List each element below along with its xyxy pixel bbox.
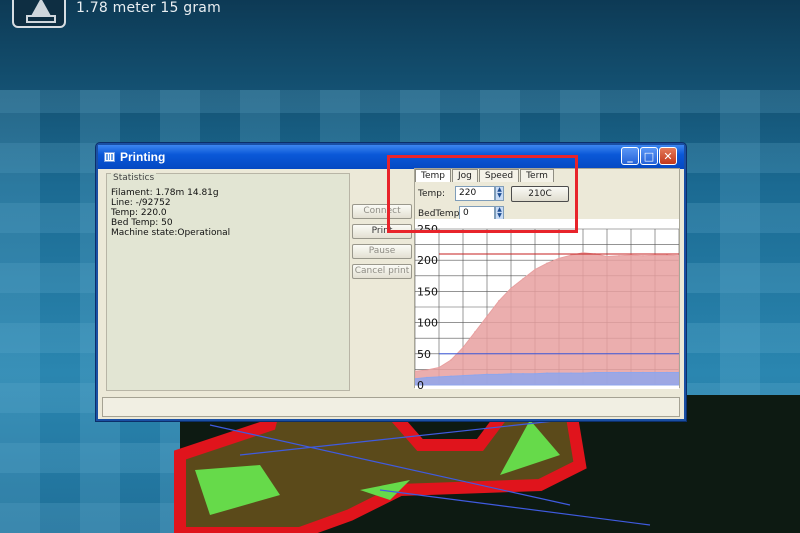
window-title: Printing — [120, 150, 166, 164]
series-point — [534, 268, 536, 271]
cancel-print-button[interactable]: Cancel print — [352, 264, 412, 279]
series-point — [450, 375, 452, 378]
series-point — [570, 372, 572, 374]
series-point — [594, 371, 596, 374]
series-point — [426, 376, 428, 379]
stat-bed-temp: Bed Temp: 50 — [111, 218, 173, 228]
series-point — [582, 251, 584, 254]
series-point — [510, 372, 512, 375]
filament-usage-text: 1.78 meter 15 gram — [76, 0, 221, 16]
series-point — [558, 372, 560, 374]
stat-machine-state: Machine state:Operational — [111, 228, 231, 238]
series-point — [498, 299, 500, 302]
y-tick-label: 50 — [417, 348, 431, 361]
series-point — [618, 255, 620, 257]
maximize-button[interactable]: □ — [640, 147, 658, 165]
window-app-icon — [104, 152, 115, 162]
series-point — [618, 371, 620, 374]
series-point — [582, 372, 584, 374]
series-point — [546, 262, 548, 265]
y-tick-label: 200 — [417, 254, 438, 267]
series-point — [558, 257, 560, 260]
series-point — [642, 371, 644, 374]
statistics-legend: Statistics — [111, 173, 157, 183]
series-point — [606, 371, 608, 374]
y-tick-label: 0 — [417, 379, 424, 389]
series-point — [474, 374, 476, 376]
series-point — [450, 359, 452, 361]
series-point — [606, 255, 608, 258]
series-point — [654, 254, 656, 257]
temperature-graph: 050100150200250 — [415, 219, 679, 389]
series-point — [486, 373, 488, 376]
series-point — [630, 254, 632, 257]
series-point — [534, 372, 536, 375]
close-button[interactable]: ✕ — [659, 147, 677, 165]
minimize-button[interactable]: _ — [621, 147, 639, 165]
stat-temp: Temp: 220.0 — [111, 208, 167, 218]
series-point — [474, 331, 476, 333]
series-point — [630, 371, 632, 374]
series-point — [486, 315, 488, 318]
y-tick-label: 100 — [417, 317, 438, 330]
print-tray-icon[interactable] — [12, 0, 66, 28]
series-point — [546, 372, 548, 374]
stat-filament: Filament: 1.78m 14.81g — [111, 188, 219, 198]
series-point — [462, 346, 464, 349]
annotation-highlight-box — [387, 155, 578, 233]
series-point — [666, 254, 668, 257]
series-point — [654, 371, 656, 374]
series-point — [498, 373, 500, 376]
series-point — [510, 287, 512, 290]
series-point — [462, 374, 464, 377]
series-point — [438, 376, 440, 378]
series-point — [570, 254, 572, 257]
stat-line: Line: -/92752 — [111, 198, 171, 208]
series-point — [522, 372, 524, 375]
statistics-group: Statistics Filament: 1.78m 14.81g Line: … — [106, 173, 350, 391]
series-point — [642, 255, 644, 257]
y-tick-label: 150 — [417, 285, 438, 298]
top-info-bar: 1.78 meter 15 gram — [0, 0, 800, 30]
status-bar — [102, 397, 680, 417]
series-point — [438, 366, 440, 369]
series-point — [666, 371, 668, 374]
pause-button[interactable]: Pause — [352, 244, 412, 259]
series-point — [522, 278, 524, 280]
series-point — [426, 369, 428, 371]
